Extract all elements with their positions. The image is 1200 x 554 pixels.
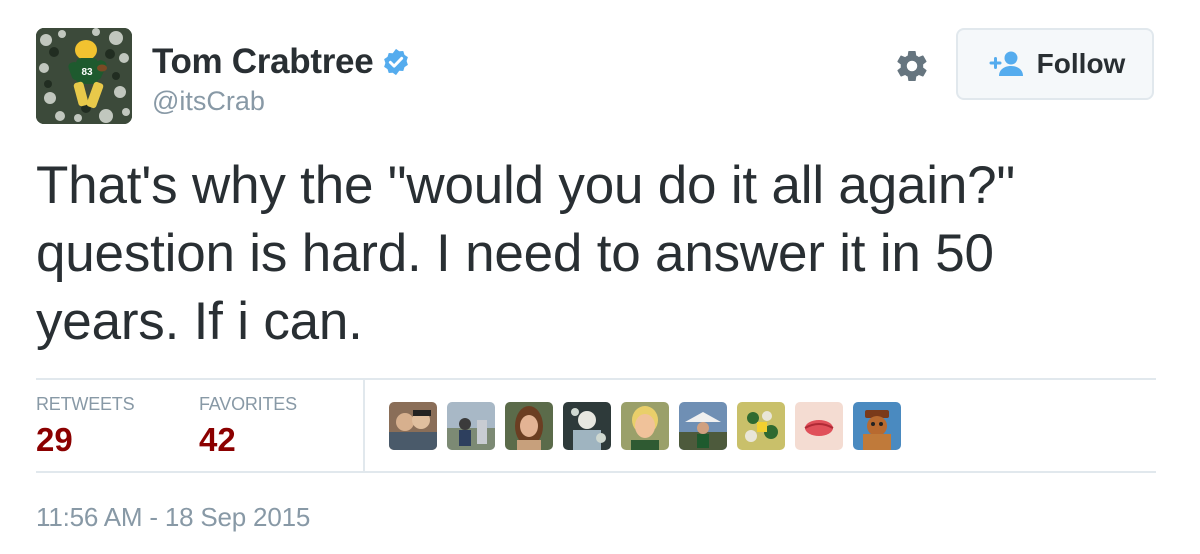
divider <box>36 378 1156 380</box>
favoriter-avatar[interactable] <box>389 402 437 450</box>
favoriters-list <box>389 402 911 450</box>
favorites-stat[interactable]: FAVORITES 42 <box>199 394 297 459</box>
follow-button[interactable]: Follow <box>956 28 1154 100</box>
favoriter-avatar[interactable] <box>679 402 727 450</box>
favoriter-avatar[interactable] <box>621 402 669 450</box>
user-handle[interactable]: @itsCrab <box>152 86 411 117</box>
user-full-name[interactable]: Tom Crabtree <box>152 42 374 82</box>
user-info: Tom Crabtree @itsCrab <box>152 40 411 117</box>
favoriter-avatar[interactable] <box>795 402 843 450</box>
profile-avatar[interactable]: 83 <box>36 28 132 124</box>
tweet-text-line: years. If i can. <box>36 292 363 351</box>
tweet-text: That's why the "would you do it all agai… <box>36 152 1156 356</box>
favorites-count: 42 <box>199 421 236 458</box>
stats-divider <box>363 380 365 471</box>
retweets-count: 29 <box>36 421 73 458</box>
gear-icon[interactable] <box>892 46 932 86</box>
svg-text:83: 83 <box>81 67 93 78</box>
favoriter-avatar[interactable] <box>447 402 495 450</box>
add-user-icon <box>985 49 1025 79</box>
tweet-text-line: question is hard. I need to answer it in… <box>36 224 994 283</box>
favoriter-avatar[interactable] <box>737 402 785 450</box>
divider <box>36 471 1156 473</box>
tweet-timestamp[interactable]: 11:56 AM - 18 Sep 2015 <box>36 502 310 533</box>
fullname-row: Tom Crabtree <box>152 40 411 84</box>
verified-badge-icon <box>381 47 411 77</box>
favoriter-avatar[interactable] <box>505 402 553 450</box>
follow-button-label: Follow <box>1036 48 1126 79</box>
retweets-stat[interactable]: RETWEETS 29 <box>36 394 135 459</box>
retweets-label: RETWEETS <box>36 394 135 414</box>
favorites-label: FAVORITES <box>199 394 297 414</box>
favoriter-avatar[interactable] <box>853 402 901 450</box>
favoriter-avatar[interactable] <box>563 402 611 450</box>
tweet-text-line: That's why the "would you do it all agai… <box>36 156 1015 215</box>
